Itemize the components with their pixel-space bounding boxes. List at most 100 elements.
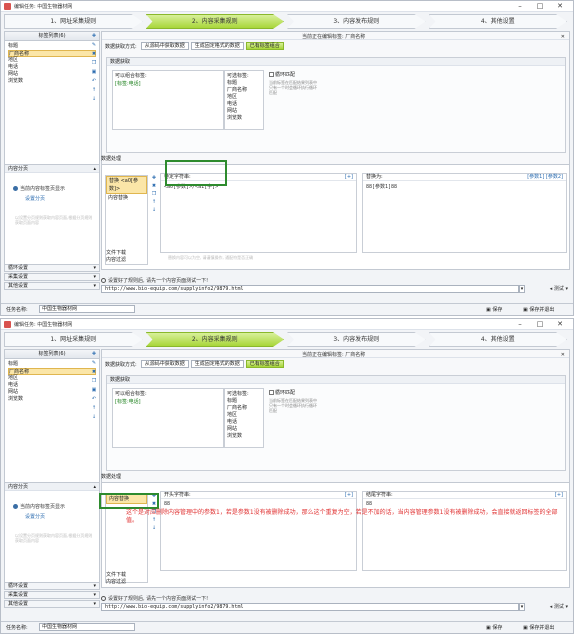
task-name-input[interactable]: 中国生物器材网	[39, 305, 135, 313]
tag-item[interactable]: 标题	[8, 43, 96, 50]
end-string-value[interactable]: 88	[363, 499, 566, 509]
edit-tag-icon[interactable]: ✎	[92, 42, 96, 48]
combine-value[interactable]: [标签:电话]	[113, 80, 223, 87]
copy-icon[interactable]: ❐	[152, 191, 156, 197]
available-tag[interactable]: 厂商名称	[225, 87, 263, 94]
combine-box[interactable]: 可以组合标签: [标签:电话]	[112, 70, 224, 130]
copy-tag-icon[interactable]: ❐	[92, 60, 96, 66]
test-url-input[interactable]: http://www.bio-equip.com/supplyinfo2/987…	[101, 285, 519, 293]
available-tag[interactable]: 标题	[225, 80, 263, 87]
delete-tag-icon[interactable]: ✖	[92, 51, 96, 57]
step-other-settings[interactable]: 4、其他设置	[428, 14, 567, 29]
url-dropdown-icon[interactable]: ▾	[519, 285, 525, 293]
step-content-rules[interactable]: 2、内容采集规则	[145, 332, 284, 347]
edit-tag-icon[interactable]: ✎	[92, 360, 96, 366]
add-icon[interactable]: ✚	[152, 175, 156, 181]
file-download-tool[interactable]: 文件下载	[106, 572, 146, 579]
available-tag[interactable]: 标题	[225, 398, 263, 405]
available-tag[interactable]: 地区	[225, 412, 263, 419]
process-item[interactable]: 替换 <a0[参数]>	[106, 176, 147, 194]
available-tag[interactable]: 电话	[225, 419, 263, 426]
tag-item[interactable]: 网站	[8, 71, 96, 78]
process-item[interactable]: 内容替换	[106, 194, 147, 202]
tab-from-source[interactable]: 从源码中获取数据	[140, 42, 189, 50]
step-url-rules[interactable]: 1、网址采集规则	[4, 14, 143, 29]
save-button[interactable]: ▣ 保存	[486, 306, 502, 313]
collapse-icon[interactable]: ▴	[93, 165, 96, 173]
paste-tag-icon[interactable]: ▣	[92, 387, 97, 393]
close-button[interactable]: ✕	[550, 2, 570, 11]
copy-tag-icon[interactable]: ❐	[92, 378, 96, 384]
close-button[interactable]: ✕	[550, 320, 570, 329]
content-filter-tool[interactable]: 内容过滤	[106, 579, 146, 586]
close-icon[interactable]: ✕	[561, 351, 565, 359]
loop-match-checkbox[interactable]: 循环匹配	[269, 389, 295, 396]
tag-item[interactable]: 浏览数	[8, 78, 96, 85]
save-button[interactable]: ▣ 保存	[486, 624, 502, 631]
tag-item[interactable]: 厂商名称	[8, 50, 96, 57]
available-tag[interactable]: 厂商名称	[225, 405, 263, 412]
test-url-input[interactable]: http://www.bio-equip.com/supplyinfo2/987…	[101, 603, 519, 611]
start-string-pane[interactable]: 开头字符串: [+] 88	[160, 491, 357, 571]
section-collect[interactable]: 采集设置 ▾	[4, 591, 100, 599]
tag-item[interactable]: 电话	[8, 382, 96, 389]
test-button[interactable]: ◂ 测试 ▾	[550, 603, 568, 610]
tab-fixed-format[interactable]: 生成固定格式的数据	[190, 360, 244, 368]
available-tag[interactable]: 网站	[225, 426, 263, 433]
combine-box[interactable]: 可以组合标签: [标签:电话]	[112, 388, 224, 448]
insert-link[interactable]: [+]	[345, 174, 353, 181]
close-icon[interactable]: ✕	[561, 33, 565, 41]
add-tag-icon[interactable]: ✚	[92, 33, 96, 39]
section-other[interactable]: 其他设置 ▾	[4, 282, 100, 290]
add-tag-icon[interactable]: ✚	[92, 351, 96, 357]
insert-link[interactable]: [+]	[345, 492, 353, 499]
available-tag[interactable]: 浏览数	[225, 115, 263, 122]
set-paging-link[interactable]: 设置分页	[25, 195, 45, 202]
step-url-rules[interactable]: 1、网址采集规则	[4, 332, 143, 347]
tag-item[interactable]: 厂商名称	[8, 368, 96, 375]
minimize-button[interactable]: –	[510, 320, 530, 329]
content-filter-tool[interactable]: 内容过滤	[106, 257, 146, 264]
down-icon[interactable]: ↓	[152, 525, 156, 531]
move-down-icon[interactable]: ↓	[92, 414, 96, 420]
file-download-tool[interactable]: 文件下载	[106, 250, 146, 257]
collapse-icon[interactable]: ▴	[93, 483, 96, 491]
tag-item[interactable]: 标题	[8, 361, 96, 368]
end-string-pane[interactable]: 结尾字符串: [+] 88	[362, 491, 567, 571]
tab-from-source[interactable]: 从源码中获取数据	[140, 360, 189, 368]
move-down-icon[interactable]: ↓	[92, 96, 96, 102]
step-publish-rules[interactable]: 3、内容发布规则	[287, 332, 426, 347]
undo-icon[interactable]: ↶	[92, 78, 96, 84]
set-paging-link[interactable]: 设置分页	[25, 513, 45, 520]
insert-link[interactable]: [+]	[555, 492, 563, 499]
tag-item[interactable]: 地区	[8, 57, 96, 64]
section-loop[interactable]: 循环设置 ▾	[4, 264, 100, 272]
step-publish-rules[interactable]: 3、内容发布规则	[287, 14, 426, 29]
tab-fixed-format[interactable]: 生成固定格式的数据	[190, 42, 244, 50]
save-exit-button[interactable]: ▣ 保存并退出	[523, 624, 554, 631]
save-exit-button[interactable]: ▣ 保存并退出	[523, 306, 554, 313]
available-tag[interactable]: 网站	[225, 108, 263, 115]
step-other-settings[interactable]: 4、其他设置	[428, 332, 567, 347]
delete-tag-icon[interactable]: ✖	[92, 369, 96, 375]
delete-icon[interactable]: ✖	[152, 183, 156, 189]
section-loop[interactable]: 循环设置 ▾	[4, 582, 100, 590]
maximize-button[interactable]: □	[530, 2, 550, 11]
start-string-value[interactable]: 88	[161, 499, 356, 509]
tab-tag-combination[interactable]: 已有标签组合	[245, 360, 284, 368]
tag-item[interactable]: 地区	[8, 375, 96, 382]
move-up-icon[interactable]: ↑	[92, 87, 96, 93]
section-other[interactable]: 其他设置 ▾	[4, 600, 100, 608]
tag-item[interactable]: 浏览数	[8, 396, 96, 403]
section-collect[interactable]: 采集设置 ▾	[4, 273, 100, 281]
up-icon[interactable]: ↑	[152, 199, 156, 205]
maximize-button[interactable]: □	[530, 320, 550, 329]
undo-icon[interactable]: ↶	[92, 396, 96, 402]
tab-tag-combination[interactable]: 已有标签组合	[245, 42, 284, 50]
tag-item[interactable]: 网站	[8, 389, 96, 396]
combine-value[interactable]: [标签:电话]	[113, 398, 223, 405]
replace-pane[interactable]: 替换为: [参数1] [参数2] 88[参数1]88	[362, 173, 567, 253]
replace-value[interactable]: 88[参数1]88	[363, 181, 566, 192]
available-tag[interactable]: 地区	[225, 94, 263, 101]
loop-match-checkbox[interactable]: 循环匹配	[269, 71, 295, 78]
